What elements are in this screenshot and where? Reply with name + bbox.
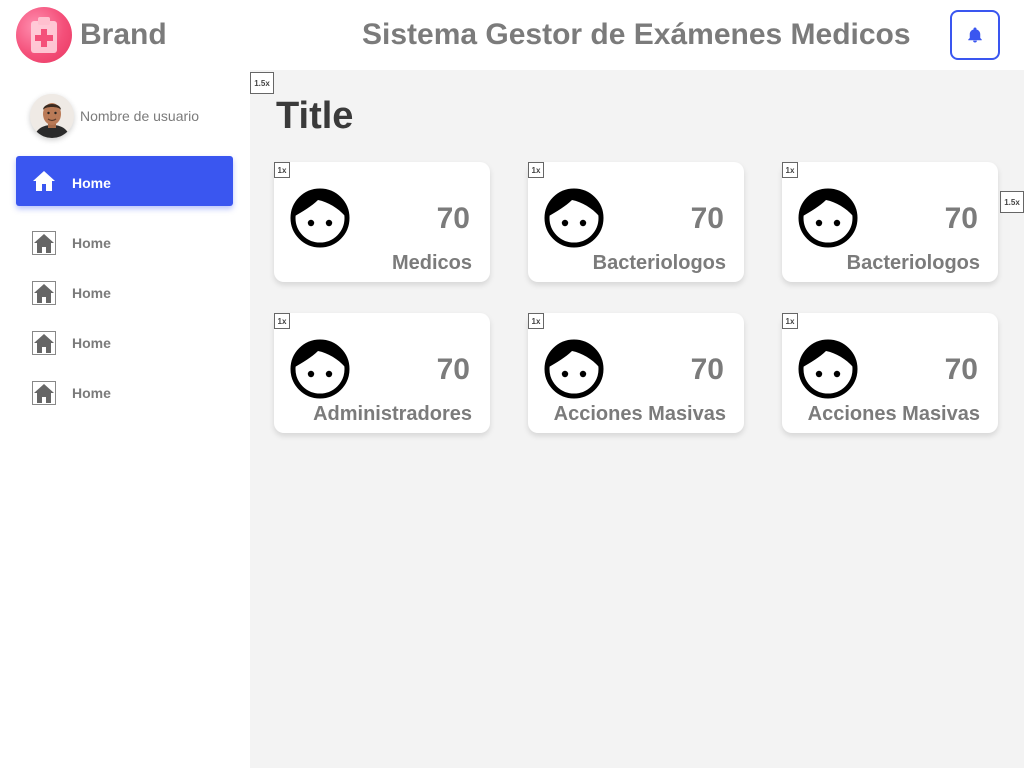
sidebar-item-home[interactable]: Home bbox=[16, 156, 233, 206]
sidebar-item-home[interactable]: Home bbox=[16, 323, 233, 363]
scale-tag: 1x bbox=[528, 313, 544, 329]
stat-label: Medicos bbox=[391, 252, 472, 274]
avatar[interactable] bbox=[30, 94, 74, 138]
stat-card[interactable]: 1x 70 Medicos bbox=[274, 162, 490, 282]
scale-tag: 1.5x bbox=[250, 72, 274, 94]
stat-card[interactable]: 1x 70 Administradores bbox=[274, 313, 490, 433]
face-icon bbox=[798, 188, 858, 248]
scale-tag: 1x bbox=[274, 162, 290, 178]
brand-name[interactable]: Brand bbox=[80, 18, 167, 52]
stat-card[interactable]: 1x 70 Bacteriologos bbox=[782, 162, 998, 282]
stat-count: 70 bbox=[436, 202, 470, 235]
page-title: Title bbox=[276, 95, 354, 137]
face-icon bbox=[290, 188, 350, 248]
home-icon bbox=[33, 171, 55, 191]
sidebar-item-home[interactable]: Home bbox=[16, 273, 233, 313]
stat-card[interactable]: 1x 70 Acciones Masivas bbox=[528, 313, 744, 433]
sidebar-item-label: Home bbox=[72, 175, 111, 191]
home-icon bbox=[32, 281, 56, 305]
stat-label: Acciones Masivas bbox=[553, 403, 726, 425]
stat-count: 70 bbox=[690, 202, 724, 235]
home-icon bbox=[32, 381, 56, 405]
home-icon bbox=[32, 331, 56, 355]
username: Nombre de usuario bbox=[80, 108, 200, 124]
scale-tag: 1x bbox=[528, 162, 544, 178]
stat-card[interactable]: 1x 70 Acciones Masivas bbox=[782, 313, 998, 433]
face-icon bbox=[798, 339, 858, 399]
stat-label: Bacteriologos bbox=[592, 252, 726, 274]
face-icon bbox=[544, 188, 604, 248]
top-header: Brand Sistema Gestor de Exámenes Medicos bbox=[0, 0, 1024, 70]
sidebar-item-home[interactable]: Home bbox=[16, 373, 233, 413]
face-icon bbox=[544, 339, 604, 399]
stat-count: 70 bbox=[436, 353, 470, 386]
stat-count: 70 bbox=[690, 353, 724, 386]
main-content: 1.5x 1.5x Title 1x 70 Medicos 1x 70 Bact… bbox=[250, 70, 1024, 768]
stat-count: 70 bbox=[944, 353, 978, 386]
scale-tag: 1x bbox=[274, 313, 290, 329]
scale-tag: 1x bbox=[782, 162, 798, 178]
app-title: Sistema Gestor de Exámenes Medicos bbox=[362, 18, 911, 51]
sidebar-item-label: Home bbox=[72, 385, 111, 401]
home-icon bbox=[32, 231, 56, 255]
scale-tag: 1.5x bbox=[1000, 191, 1024, 213]
stat-label: Bacteriologos bbox=[846, 252, 980, 274]
face-icon bbox=[290, 339, 350, 399]
stat-card[interactable]: 1x 70 Bacteriologos bbox=[528, 162, 744, 282]
brand-logo-icon[interactable] bbox=[16, 7, 72, 63]
scale-tag: 1x bbox=[782, 313, 798, 329]
sidebar-item-home[interactable]: Home bbox=[16, 223, 233, 263]
bell-icon bbox=[968, 27, 982, 43]
sidebar: Nombre de usuario Home Home Home Home Ho… bbox=[0, 70, 250, 768]
sidebar-item-label: Home bbox=[72, 285, 111, 301]
stat-count: 70 bbox=[944, 202, 978, 235]
notifications-button[interactable] bbox=[950, 10, 1000, 60]
stat-label: Administradores bbox=[313, 403, 472, 425]
stat-label: Acciones Masivas bbox=[807, 403, 980, 425]
sidebar-item-label: Home bbox=[72, 235, 111, 251]
sidebar-item-label: Home bbox=[72, 335, 111, 351]
